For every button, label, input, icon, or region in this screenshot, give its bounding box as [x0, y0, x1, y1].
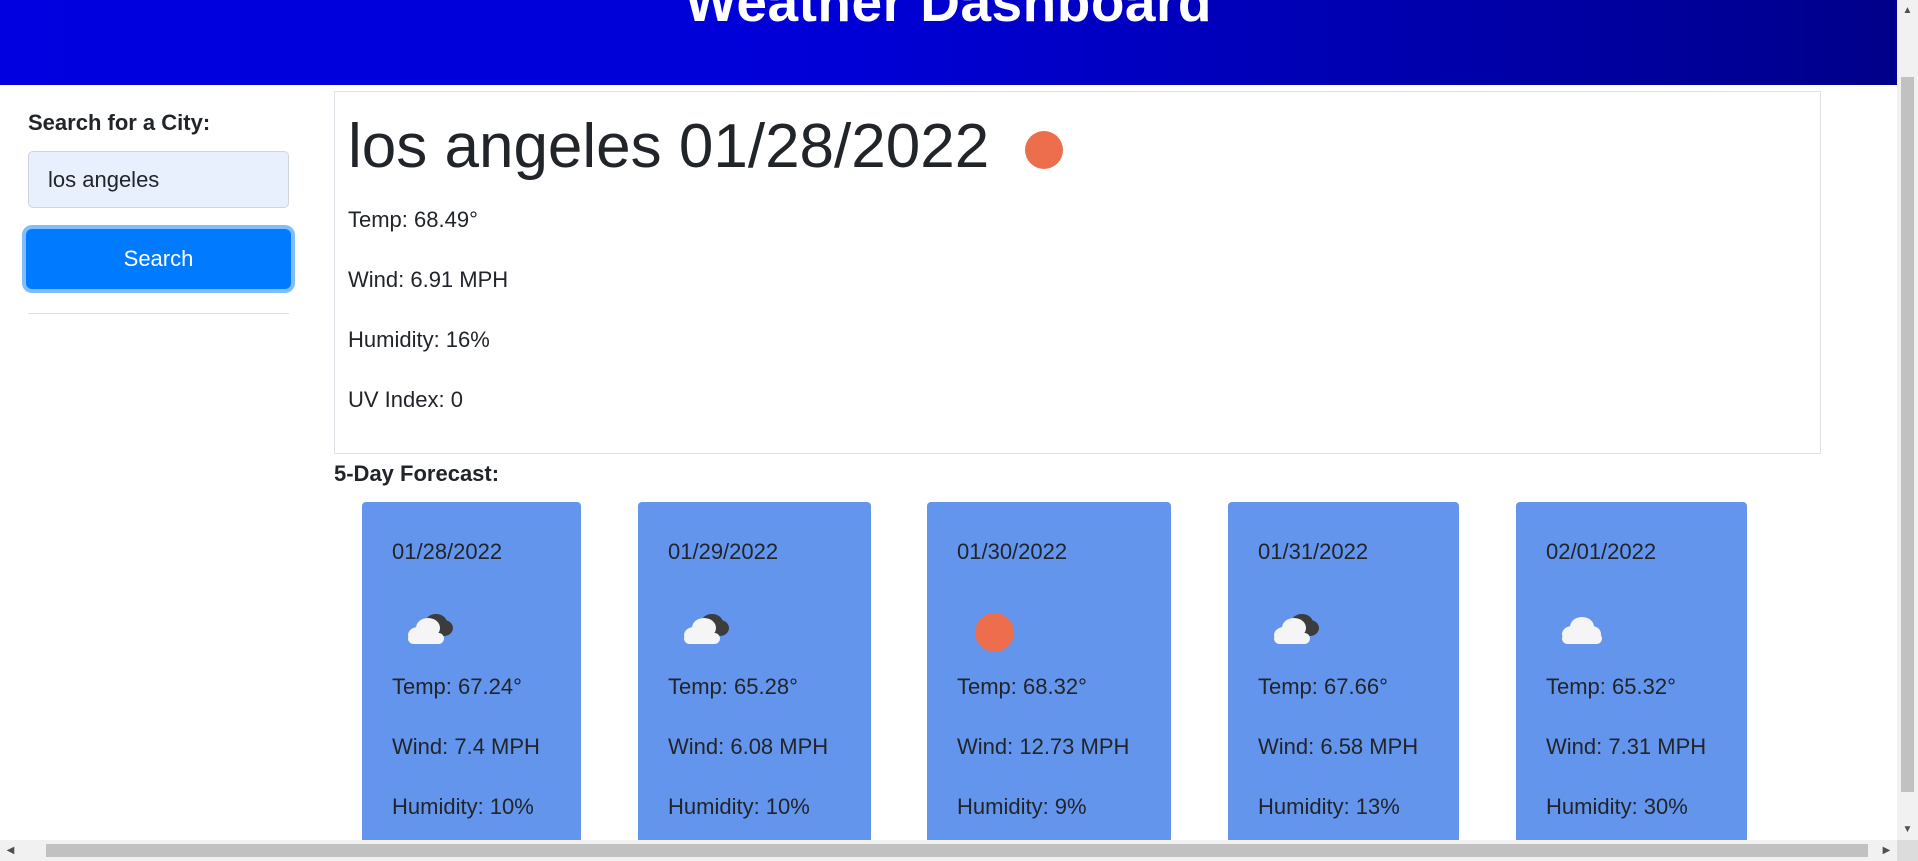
- forecast-wind: Wind: 7.4 MPH: [392, 734, 540, 759]
- search-button[interactable]: Search: [26, 229, 291, 289]
- current-humidity: Humidity: 16%: [348, 327, 490, 352]
- sun-icon: [1025, 131, 1064, 169]
- forecast-humidity: Humidity: 10%: [668, 794, 810, 819]
- scroll-up-arrow-icon[interactable]: ▲: [1897, 0, 1918, 21]
- current-weather-panel: los angeles 01/28/2022 Temp: 68.49° Wind…: [334, 91, 1821, 454]
- forecast-date: 01/28/2022: [392, 539, 503, 564]
- forecast-humidity: Humidity: 13%: [1258, 794, 1400, 819]
- forecast-card: 02/01/2022 Temp: 65.32° Wind: 7.31 MPH H…: [1516, 502, 1747, 840]
- current-uv-index: UV Index: 0: [348, 387, 463, 412]
- forecast-date: 01/29/2022: [668, 539, 779, 564]
- forecast-card: 01/31/2022 Temp: 67.66° Wind: 6.58 MPH H…: [1228, 502, 1459, 840]
- sidebar: Search for a City: Search: [26, 108, 291, 314]
- forecast-temp: Temp: 67.24°: [392, 674, 522, 699]
- cloud-icon: [1552, 606, 1612, 650]
- current-wind: Wind: 6.91 MPH: [348, 267, 509, 292]
- forecast-humidity: Humidity: 30%: [1546, 794, 1688, 819]
- forecast-humidity: Humidity: 9%: [957, 794, 1087, 819]
- horizontal-scrollbar-thumb[interactable]: [46, 844, 1868, 857]
- current-temp: Temp: 68.49°: [348, 207, 478, 232]
- scroll-right-arrow-icon[interactable]: ▶: [1876, 840, 1897, 861]
- forecast-date: 02/01/2022: [1546, 539, 1657, 564]
- forecast-date: 01/31/2022: [1258, 539, 1369, 564]
- forecast-wind: Wind: 6.58 MPH: [1258, 734, 1419, 759]
- cloudy-night-icon: [398, 606, 458, 650]
- sun-icon: [963, 606, 1023, 652]
- page-title: Weather Dashboard: [684, 0, 1213, 33]
- page: Weather Dashboard Search for a City: Sea…: [0, 0, 1897, 840]
- forecast-humidity: Humidity: 10%: [392, 794, 534, 819]
- cloudy-night-icon: [674, 606, 734, 650]
- horizontal-scrollbar[interactable]: ◀ ▶: [0, 840, 1897, 861]
- scroll-left-arrow-icon[interactable]: ◀: [0, 840, 21, 861]
- vertical-scrollbar-thumb[interactable]: [1901, 77, 1914, 792]
- city-search-input[interactable]: [28, 151, 289, 208]
- sun-dot: [975, 613, 1014, 652]
- forecast-temp: Temp: 65.32°: [1546, 674, 1676, 699]
- vertical-scrollbar[interactable]: ▲ ▼: [1897, 0, 1918, 840]
- forecast-heading: 5-Day Forecast:: [334, 461, 500, 486]
- forecast-wind: Wind: 7.31 MPH: [1546, 734, 1707, 759]
- forecast-temp: Temp: 65.28°: [668, 674, 798, 699]
- current-city-title: los angeles 01/28/2022: [348, 108, 1064, 186]
- forecast-card: 01/30/2022 Temp: 68.32° Wind: 12.73 MPH …: [927, 502, 1171, 840]
- header: Weather Dashboard: [0, 0, 1897, 85]
- scrollbar-corner: [1897, 840, 1918, 861]
- cloudy-night-icon: [1264, 606, 1324, 650]
- scroll-down-arrow-icon[interactable]: ▼: [1897, 819, 1918, 840]
- forecast-temp: Temp: 67.66°: [1258, 674, 1388, 699]
- forecast-card: 01/29/2022 Temp: 65.28° Wind: 6.08 MPH H…: [638, 502, 871, 840]
- forecast-date: 01/30/2022: [957, 539, 1068, 564]
- current-city-date: los angeles 01/28/2022: [348, 112, 990, 181]
- sidebar-divider: [28, 313, 289, 314]
- forecast-wind: Wind: 6.08 MPH: [668, 734, 829, 759]
- search-label: Search for a City:: [28, 110, 211, 135]
- forecast-temp: Temp: 68.32°: [957, 674, 1087, 699]
- forecast-card: 01/28/2022 Temp: 67.24° Wind: 7.4 MPH Hu…: [362, 502, 581, 840]
- forecast-wind: Wind: 12.73 MPH: [957, 734, 1130, 759]
